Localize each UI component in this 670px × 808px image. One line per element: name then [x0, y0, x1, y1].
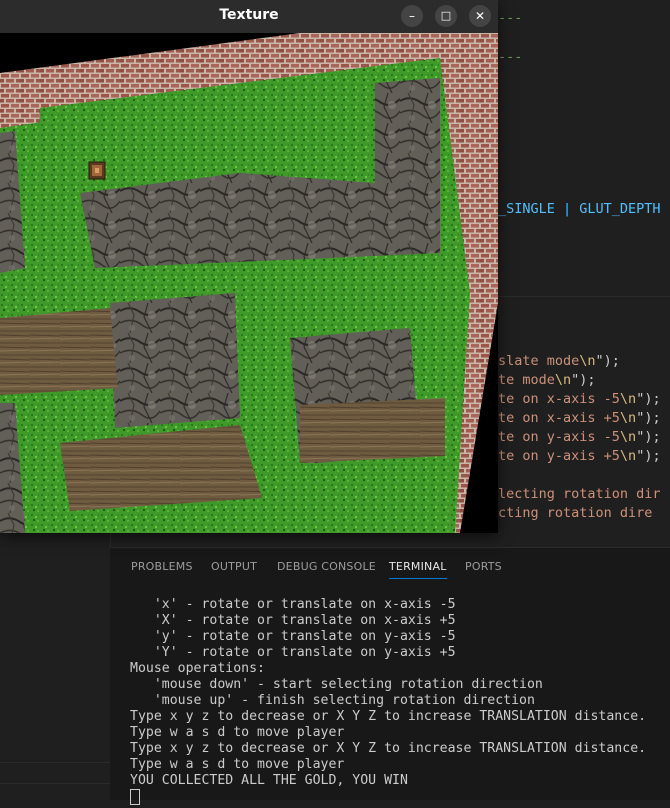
panel-tabs: PROBLEMS OUTPUT DEBUG CONSOLE TERMINAL P…	[110, 548, 670, 584]
terminal-line: 'mouse up' - finish selecting rotation d…	[130, 693, 535, 708]
terminal-line: 'x' - rotate or translate on x-axis -5	[130, 597, 456, 612]
terminal-cursor	[130, 789, 140, 805]
terminal-line: 'X' - rotate or translate on x-axis +5	[130, 613, 456, 628]
code-line-escape: \n	[619, 429, 637, 445]
close-button[interactable]: ✕	[469, 5, 491, 27]
terminal-line: Type w a s d to move player	[130, 757, 345, 772]
terminal-line: Mouse operations:	[130, 661, 265, 676]
code-line-tail: ");	[636, 391, 661, 407]
stone-block-center	[110, 293, 240, 428]
code-line-2: te mode\n");	[498, 372, 596, 388]
terminal-line: YOU COLLECTED ALL THE GOLD, YOU WIN	[130, 773, 408, 788]
code-glut-flags: _SINGLE | GLUT_DEPTH	[498, 201, 661, 217]
player-block-icon	[88, 161, 106, 180]
opengl-viewport[interactable]	[0, 33, 498, 533]
maximize-button[interactable]: □	[435, 5, 457, 27]
code-line-1: slate mode\n");	[498, 353, 620, 369]
code-line-escape: \n	[619, 391, 637, 407]
terminal-line: 'mouse down' - start selecting rotation …	[130, 677, 543, 692]
tab-output[interactable]: OUTPUT	[211, 560, 257, 573]
tab-terminal[interactable]: TERMINAL	[389, 560, 447, 579]
terminal-line: 'Y' - rotate or translate on y-axis +5	[130, 645, 456, 660]
texture-window: Texture – □ ✕	[0, 0, 498, 533]
code-line-escape: \n	[619, 410, 637, 426]
sidebar-divider-2	[0, 783, 110, 784]
tab-ports[interactable]: PORTS	[465, 560, 502, 573]
code-line-text: te on x-axis +5	[498, 410, 620, 426]
code-line-escape: \n	[554, 372, 572, 388]
code-line-5: te on y-axis -5\n");	[498, 429, 661, 445]
wood-block-right	[300, 398, 445, 463]
code-line-select-1: lecting rotation dir	[498, 486, 661, 502]
code-line-text: te on y-axis +5	[498, 448, 620, 464]
code-line-escape: \n	[579, 353, 596, 369]
code-line-4: te on x-axis +5\n");	[498, 410, 661, 426]
sidebar-divider-1	[0, 762, 110, 763]
tab-problems[interactable]: PROBLEMS	[131, 560, 193, 573]
terminal-line: Type x y z to decrease or X Y Z to incre…	[130, 709, 647, 724]
minimize-button[interactable]: –	[401, 5, 423, 27]
bottom-panel: PROBLEMS OUTPUT DEBUG CONSOLE TERMINAL P…	[110, 547, 670, 805]
code-line-tail: ");	[571, 372, 596, 388]
code-comment-dash-1: ---	[498, 10, 523, 26]
code-line-select-2: cting rotation dire	[498, 505, 653, 521]
code-line-tail: ");	[636, 429, 661, 445]
window-title: Texture	[219, 7, 279, 23]
maze-scene	[0, 33, 498, 533]
terminal-line: Type x y z to decrease or X Y Z to incre…	[130, 741, 647, 756]
code-line-text: te on y-axis -5	[498, 429, 620, 445]
wood-block-left	[0, 308, 118, 395]
terminal-output[interactable]: 'x' - rotate or translate on x-axis -5 '…	[130, 597, 646, 808]
code-line-3: te on x-axis -5\n");	[498, 391, 661, 407]
code-line-tail: ");	[595, 353, 620, 369]
code-line-escape: \n	[619, 448, 637, 464]
window-titlebar[interactable]: Texture – □ ✕	[0, 0, 498, 33]
terminal-line: 'y' - rotate or translate on y-axis -5	[130, 629, 456, 644]
code-line-text: te on x-axis -5	[498, 391, 620, 407]
terminal-line: Type w a s d to move player	[130, 725, 345, 740]
code-line-text: slate mode	[498, 353, 580, 369]
code-line-text: te mode	[498, 372, 555, 388]
code-line-tail: ");	[636, 448, 661, 464]
tab-debug-console[interactable]: DEBUG CONSOLE	[277, 560, 376, 573]
code-line-6: te on y-axis +5\n");	[498, 448, 661, 464]
code-line-tail: ");	[636, 410, 661, 426]
code-comment-dash-2: ---	[498, 49, 523, 65]
